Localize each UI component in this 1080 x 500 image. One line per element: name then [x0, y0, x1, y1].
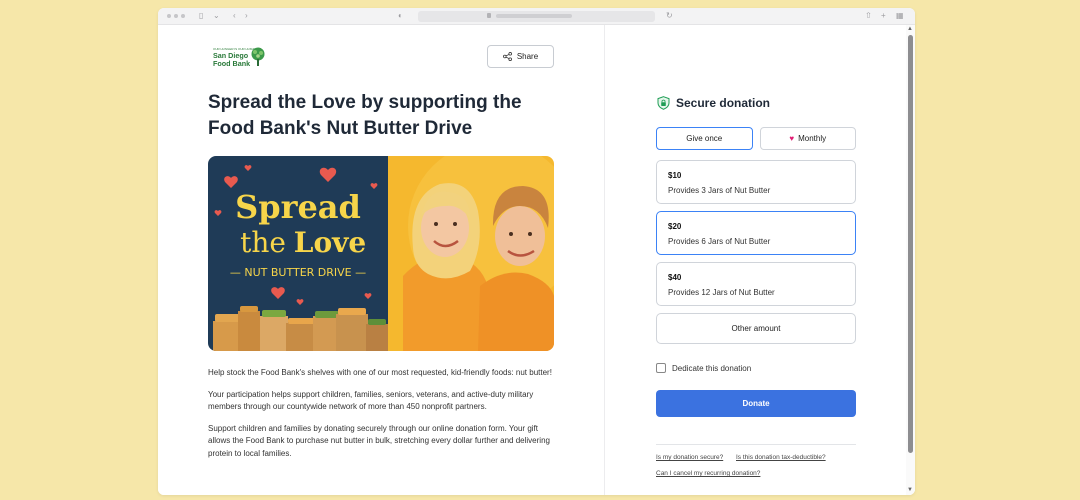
chevron-down-icon[interactable]: ⌄: [213, 11, 220, 21]
food-bank-logo[interactable]: OUR HUNGER IS OUR HUMANITY San Diego Foo…: [213, 47, 271, 71]
scroll-up-icon[interactable]: ▲: [907, 26, 913, 32]
heart-icon: ♥: [789, 134, 795, 143]
dedicate-label: Dedicate this donation: [672, 363, 752, 373]
tree-icon: [251, 47, 265, 66]
donate-label: Donate: [742, 399, 770, 408]
option-description: Provides 12 Jars of Nut Butter: [668, 288, 775, 297]
page-title: Spread the Love by supporting the Food B…: [208, 92, 522, 139]
donation-form: Secure donation Give once ♥ Monthly $10 …: [604, 25, 915, 495]
hero-line2a: the: [240, 226, 286, 259]
paragraph: Support children and families by donatin…: [208, 423, 550, 458]
give-once-tab[interactable]: Give once: [656, 127, 753, 150]
secure-donation-heading: Secure donation: [657, 96, 770, 110]
scrollbar-thumb[interactable]: [908, 35, 913, 453]
forward-icon[interactable]: ›: [245, 11, 248, 21]
faq-link-cancel[interactable]: Can I cancel my recurring donation?: [656, 470, 760, 477]
back-icon[interactable]: ‹: [233, 11, 236, 21]
sidebar-icon[interactable]: ▯: [199, 11, 203, 21]
hero-line2b: Love: [294, 226, 366, 259]
secure-donation-title: Secure donation: [676, 96, 771, 110]
browser-window: ▯ ⌄ ‹ › ◐ ↻ ⇧ + ▦ OUR HUNGER IS OUR HUMA…: [158, 8, 915, 495]
option-description: Provides 6 Jars of Nut Butter: [668, 237, 771, 246]
option-description: Provides 3 Jars of Nut Butter: [668, 186, 771, 195]
other-amount-button[interactable]: Other amount: [656, 313, 856, 344]
amount-option-10[interactable]: $10 Provides 3 Jars of Nut Butter: [656, 160, 856, 204]
share-label: Share: [516, 52, 539, 61]
other-amount-label: Other amount: [731, 324, 781, 333]
monthly-label: Monthly: [798, 134, 827, 143]
dedicate-checkbox[interactable]: [656, 363, 666, 373]
option-amount: $20: [668, 222, 682, 231]
logo-name: San Diego Food Bank: [213, 51, 251, 68]
option-amount: $10: [668, 171, 682, 180]
monthly-tab[interactable]: ♥ Monthly: [759, 127, 856, 150]
paragraph: Your participation helps support childre…: [208, 389, 534, 412]
faq-link-secure[interactable]: Is my donation secure?: [656, 454, 723, 461]
address-bar[interactable]: [418, 11, 655, 22]
browser-toolbar: ▯ ⌄ ‹ › ◐ ↻ ⇧ + ▦: [158, 8, 915, 25]
shield-icon[interactable]: ◐: [398, 11, 403, 21]
share-icon[interactable]: ⇧: [865, 11, 872, 21]
faq-link-tax[interactable]: Is this donation tax-deductible?: [736, 454, 826, 461]
campaign-panel: OUR HUNGER IS OUR HUMANITY San Diego Foo…: [158, 25, 604, 495]
amount-option-20[interactable]: $20 Provides 6 Jars of Nut Butter: [656, 211, 856, 255]
divider: [656, 444, 856, 445]
new-tab-icon[interactable]: +: [881, 11, 886, 21]
hero-illustration: Spread the Love — NUT BUTTER DRIVE —: [208, 156, 554, 351]
hero-subtitle: — NUT BUTTER DRIVE —: [230, 266, 366, 279]
scroll-down-icon[interactable]: ▼: [907, 487, 913, 493]
hero-image: Spread the Love — NUT BUTTER DRIVE —: [208, 156, 554, 351]
donate-button[interactable]: Donate: [656, 390, 856, 417]
give-once-label: Give once: [686, 134, 723, 143]
option-amount: $40: [668, 273, 682, 282]
dedicate-donation[interactable]: Dedicate this donation: [656, 363, 751, 373]
reload-icon[interactable]: ↻: [666, 11, 673, 21]
window-controls[interactable]: [167, 14, 185, 18]
share-icon: [502, 52, 512, 61]
share-button[interactable]: Share: [487, 45, 554, 68]
hero-line1: Spread: [235, 188, 361, 226]
frequency-toggle: Give once ♥ Monthly: [656, 127, 856, 150]
scrollbar[interactable]: ▲ ▼: [906, 25, 915, 495]
lock-shield-icon: [657, 96, 670, 110]
paragraph: Help stock the Food Bank's shelves with …: [208, 368, 552, 377]
amount-option-40[interactable]: $40 Provides 12 Jars of Nut Butter: [656, 262, 856, 306]
description: Help stock the Food Bank's shelves with …: [208, 367, 558, 469]
lock-icon: [487, 13, 491, 18]
tabs-overview-icon[interactable]: ▦: [896, 11, 904, 21]
url-text: [496, 14, 572, 18]
